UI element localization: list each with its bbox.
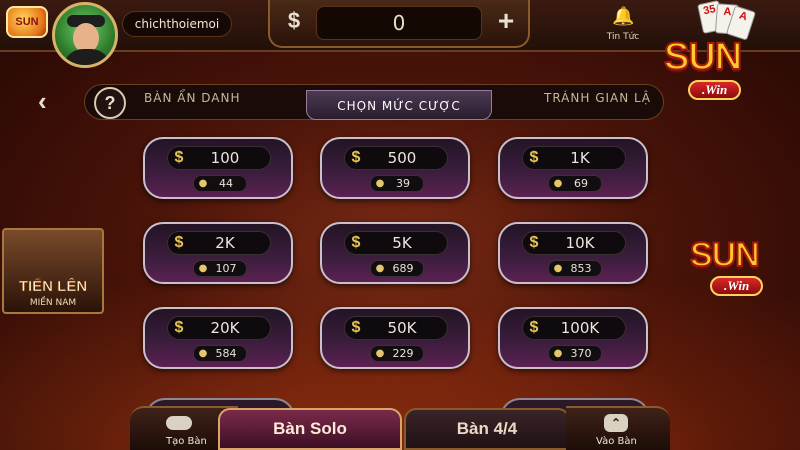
player-count-value: 370 xyxy=(570,347,592,360)
dollar-icon[interactable]: $ xyxy=(280,8,308,38)
tab-solo-table[interactable]: Bàn Solo xyxy=(218,408,402,450)
add-funds-button[interactable]: + xyxy=(490,6,522,38)
create-table-label: Tạo Bàn xyxy=(166,436,207,447)
bet-card[interactable]: $20K ● 584 xyxy=(143,307,293,369)
avatar-body xyxy=(63,49,111,65)
dollar-icon: $ xyxy=(351,234,361,251)
bet-amount: $10K xyxy=(522,231,626,255)
bell-icon[interactable]: 🔔 xyxy=(612,6,634,28)
bet-card[interactable]: $100 ● 44 xyxy=(143,137,293,199)
bet-amount: $1K xyxy=(522,146,626,170)
sunwin-logo-top: SUN xyxy=(663,35,743,79)
bet-amount-value: 5K xyxy=(392,234,412,252)
bet-amount: $20K xyxy=(167,316,271,340)
person-icon: ● xyxy=(198,348,208,359)
table-icon xyxy=(166,416,192,430)
join-table-label: Vào Bàn xyxy=(596,436,637,447)
back-button[interactable]: ‹ xyxy=(38,88,60,114)
bet-card[interactable]: $50K ● 229 xyxy=(320,307,470,369)
player-count: ● 584 xyxy=(193,345,247,362)
playing-cards-decoration: 35 A A xyxy=(690,0,757,41)
player-count-value: 69 xyxy=(574,177,588,190)
player-count: ● 107 xyxy=(193,260,247,277)
bet-card[interactable]: $10K ● 853 xyxy=(498,222,648,284)
bet-amount-value: 2K xyxy=(215,234,235,252)
bet-amount-value: 50K xyxy=(387,319,417,337)
person-icon: ● xyxy=(553,178,563,189)
dollar-icon: $ xyxy=(351,319,361,336)
player-count-value: 584 xyxy=(215,347,237,360)
person-icon: ● xyxy=(375,178,385,189)
bet-card[interactable]: $1K ● 69 xyxy=(498,137,648,199)
game-subtitle: MIỀN NAM xyxy=(29,298,77,308)
player-count: ● 370 xyxy=(548,345,602,362)
player-count: ● 39 xyxy=(370,175,424,192)
bet-amount-value: 10K xyxy=(565,234,595,252)
sunwin-small-logo[interactable]: SUN xyxy=(6,6,48,38)
tab-four-player-table[interactable]: Bàn 4/4 xyxy=(404,408,570,450)
game-title: TIẾN LÊN xyxy=(18,278,88,296)
player-count-value: 689 xyxy=(392,262,414,275)
person-icon: ● xyxy=(553,263,563,274)
bet-amount: $100K xyxy=(522,316,626,340)
sunwin-logo-top-sub: .Win xyxy=(688,80,742,100)
bet-amount: $100 xyxy=(167,146,271,170)
player-count-value: 229 xyxy=(392,347,414,360)
bet-amount: $500 xyxy=(344,146,448,170)
news-label[interactable]: Tin Tức xyxy=(598,32,648,42)
bet-card[interactable]: $5K ● 689 xyxy=(320,222,470,284)
dollar-icon: $ xyxy=(174,234,184,251)
player-count: ● 853 xyxy=(548,260,602,277)
bet-amount-value: 1K xyxy=(570,149,590,167)
dollar-icon: $ xyxy=(529,234,539,251)
person-icon: ● xyxy=(375,263,385,274)
player-count: ● 229 xyxy=(370,345,424,362)
person-icon: ● xyxy=(375,348,385,359)
tab-anti-cheat[interactable]: TRÁNH GIAN LẬ xyxy=(544,91,651,105)
bet-amount: $2K xyxy=(167,231,271,255)
dollar-icon: $ xyxy=(529,319,539,336)
bet-amount: $50K xyxy=(344,316,448,340)
bet-amount-value: 100K xyxy=(560,319,600,337)
sunwin-logo-side: SUN xyxy=(689,235,761,275)
dollar-icon: $ xyxy=(529,149,539,166)
dollar-icon: $ xyxy=(174,149,184,166)
username-label[interactable]: chichthoiemoi xyxy=(122,11,232,37)
bet-amount-value: 500 xyxy=(387,149,417,167)
tab-anonymous-table[interactable]: BÀN ẨN DANH xyxy=(144,91,240,105)
dollar-icon: $ xyxy=(351,149,361,166)
bet-card[interactable]: $500 ● 39 xyxy=(320,137,470,199)
person-icon: ● xyxy=(553,348,563,359)
bet-amount: $5K xyxy=(344,231,448,255)
game-thumbnail-tien-len[interactable]: TIẾN LÊN MIỀN NAM xyxy=(2,228,104,314)
help-button[interactable]: ? xyxy=(94,87,126,119)
player-count: ● 69 xyxy=(548,175,602,192)
person-icon: ● xyxy=(198,178,208,189)
sunwin-logo-side-sub: .Win xyxy=(710,276,764,296)
tab-choose-bet[interactable]: CHỌN MỨC CƯỢC xyxy=(306,90,492,120)
balance-value: 0 xyxy=(316,6,482,40)
avatar[interactable] xyxy=(52,2,118,68)
bet-card[interactable]: $2K ● 107 xyxy=(143,222,293,284)
bet-amount-value: 100 xyxy=(210,149,240,167)
person-icon: ● xyxy=(198,263,208,274)
player-count-value: 44 xyxy=(219,177,233,190)
bet-card[interactable]: $100K ● 370 xyxy=(498,307,648,369)
dollar-icon: $ xyxy=(174,319,184,336)
bet-amount-value: 20K xyxy=(210,319,240,337)
player-count-value: 853 xyxy=(570,262,592,275)
player-count: ● 689 xyxy=(370,260,424,277)
chevron-up-icon: ⌃ xyxy=(604,414,628,432)
player-count: ● 44 xyxy=(193,175,247,192)
player-count-value: 107 xyxy=(215,262,237,275)
player-count-value: 39 xyxy=(396,177,410,190)
